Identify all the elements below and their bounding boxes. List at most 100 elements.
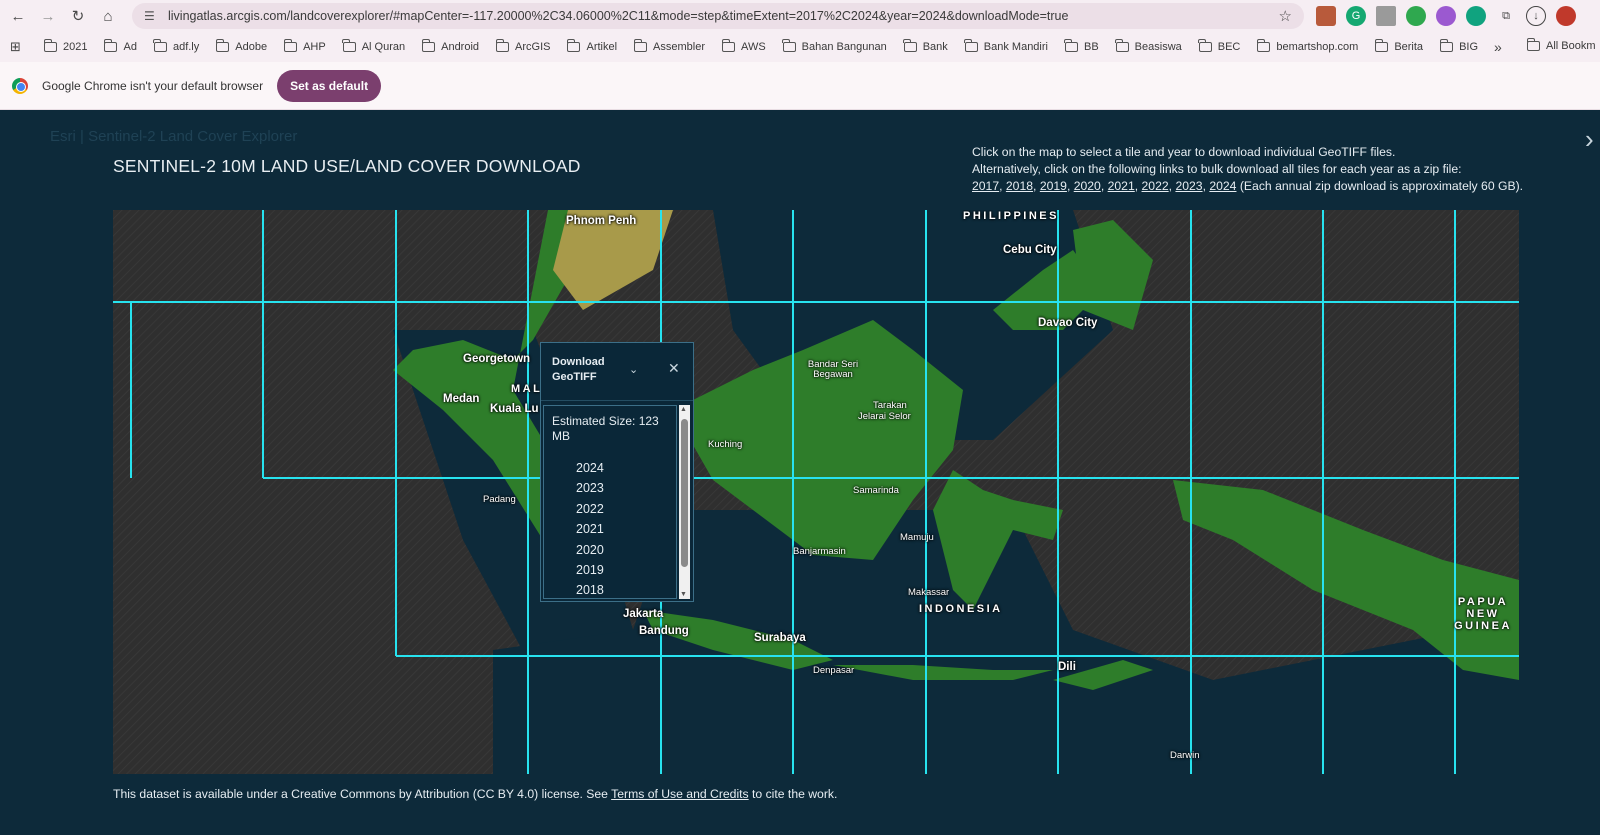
download-icon[interactable]: ↓ [1526,6,1546,26]
all-bookmarks-folder[interactable]: All Bookm [1526,38,1596,52]
bookmark-folder[interactable]: Artikel [566,39,618,53]
browser-toolbar: ← → ↻ ⌂ ☰ livingatlas.arcgis.com/landcov… [0,0,1600,32]
folder-icon [1256,39,1271,52]
bookmark-label: adf.ly [172,41,200,53]
close-icon[interactable]: ✕ [668,360,680,377]
bookmark-label: Beasiswa [1134,41,1182,53]
folder-icon [1115,39,1129,52]
bookmark-folder[interactable]: Android [421,39,479,53]
folder-icon [421,39,436,52]
close-panel-icon[interactable]: › [1585,124,1594,155]
forward-icon[interactable]: → [36,4,60,28]
bulk-link-2023[interactable]: 2023 [1175,179,1202,193]
bookmark-folder[interactable]: AHP [283,39,326,53]
bookmark-folder[interactable]: ArcGIS [495,39,550,53]
year-link-2018[interactable]: 2018 [576,580,676,598]
download-geotiff-popup: Download GeoTIFF ⌄ ✕ Estimated Size: 123… [540,342,694,602]
bookmark-folder[interactable]: BB [1064,39,1099,53]
bulk-note: (Each annual zip download is approximate… [1239,179,1524,193]
bookmark-label: All Bookm [1546,40,1596,52]
address-bar[interactable]: ☰ livingatlas.arcgis.com/landcoverexplor… [132,3,1304,29]
bookmark-folder[interactable]: BIG [1439,39,1478,53]
site-info-icon[interactable]: ☰ [144,9,160,23]
bookmark-folder[interactable]: Beasiswa [1115,39,1182,53]
more-bookmarks-icon[interactable]: » [1494,39,1502,55]
bookmark-star-icon[interactable]: ☆ [1279,7,1292,25]
extension-icon[interactable] [1406,6,1426,26]
bulk-link-2022[interactable]: 2022 [1142,179,1169,193]
bookmark-folder[interactable]: AWS [721,39,766,53]
extension-icon[interactable] [1316,6,1336,26]
map-label: INDONESIA [919,603,1003,615]
bookmark-folder[interactable]: Ad [103,39,137,53]
bookmark-label: Assembler [653,41,706,53]
tile-map[interactable]: Phnom Penh PHILIPPINES Cebu City Davao C… [113,210,1519,774]
map-label: Makassar [908,587,950,598]
map-label: Darwin [1170,750,1200,761]
popup-scrollbar[interactable]: ▲ ▼ [679,405,690,599]
chrome-logo-icon [12,77,28,94]
bookmark-folder[interactable]: Al Quran [342,39,405,53]
bulk-link-2024[interactable]: 2024 [1209,179,1236,193]
bulk-link-2021[interactable]: 2021 [1108,179,1135,193]
bookmark-label: Artikel [586,41,618,53]
info-block: Click on the map to select a tile and ye… [972,144,1572,195]
bulk-links: 2017, 2018, 2019, 2020, 2021, 2022, 2023… [972,179,1524,193]
bulk-link-2019[interactable]: 2019 [1040,179,1067,193]
map-label: Kuala Lu [490,403,539,415]
bookmark-folder[interactable]: Adobe [215,39,268,53]
folder-icon [721,39,736,52]
bookmark-folder[interactable]: Berita [1374,39,1423,53]
year-link-2023[interactable]: 2023 [576,478,676,498]
folder-icon [103,39,118,52]
home-icon[interactable]: ⌂ [96,4,120,28]
scroll-up-icon[interactable]: ▲ [680,406,687,413]
terms-link[interactable]: Terms of Use and Credits [611,787,749,801]
folder-icon [566,39,581,52]
map-label: Jakarta [623,608,664,620]
map-graphics [113,210,1519,774]
folder-icon [283,39,298,52]
bulk-link-2017[interactable]: 2017 [972,179,999,193]
map-label: Padang [483,494,516,505]
bookmark-label: Adobe [235,41,268,53]
year-link-2019[interactable]: 2019 [576,560,676,580]
bulk-link-2018[interactable]: 2018 [1006,179,1033,193]
bookmark-label: Ad [123,41,137,53]
folder-icon [633,39,648,52]
license-notice: This dataset is available under a Creati… [113,787,837,801]
chevron-down-icon[interactable]: ⌄ [629,363,638,376]
reload-icon[interactable]: ↻ [66,4,90,28]
info-line-2: Alternatively, click on the following li… [972,162,1462,176]
extension-icons: G ⧉ ↓ [1316,6,1576,26]
scrollbar-thumb[interactable] [681,419,688,567]
bookmark-folder[interactable]: Assembler [633,39,706,53]
estimated-size: Estimated Size: 123 MB [552,414,659,443]
chatgpt-icon[interactable] [1466,6,1486,26]
bookmark-folder[interactable]: bemartshop.com [1256,39,1358,53]
bookmark-folder[interactable]: Bahan Bangunan [782,39,887,53]
bookmark-folder[interactable]: BEC [1198,39,1240,53]
set-default-button[interactable]: Set as default [277,69,382,102]
bookmark-folder[interactable]: Bank [903,39,948,53]
bookmark-label: AHP [303,41,326,53]
bulk-link-2020[interactable]: 2020 [1074,179,1101,193]
avatar[interactable] [1556,6,1576,26]
apps-grid-icon[interactable]: ⊞ [10,39,28,55]
scroll-down-icon[interactable]: ▼ [680,591,687,598]
bookmarks-bar: ⊞ 2021 Ad adf.ly Adobe AHP Al Quran Andr… [0,32,1600,62]
map-label: Bandung [639,625,689,637]
puzzle-icon[interactable]: ⧉ [1496,6,1516,26]
grammarly-icon[interactable]: G [1346,6,1366,26]
year-link-2020[interactable]: 2020 [576,540,676,560]
reader-icon[interactable] [1376,6,1396,26]
extension-icon[interactable] [1436,6,1456,26]
back-icon[interactable]: ← [6,4,30,28]
year-link-2024[interactable]: 2024 [576,458,676,478]
year-link-2022[interactable]: 2022 [576,499,676,519]
bookmark-folder[interactable]: 2021 [43,39,87,53]
bookmark-folder[interactable]: Bank Mandiri [964,39,1048,53]
url-text[interactable]: livingatlas.arcgis.com/landcoverexplorer… [168,9,1258,23]
year-link-2021[interactable]: 2021 [576,519,676,539]
bookmark-folder[interactable]: adf.ly [153,39,200,53]
